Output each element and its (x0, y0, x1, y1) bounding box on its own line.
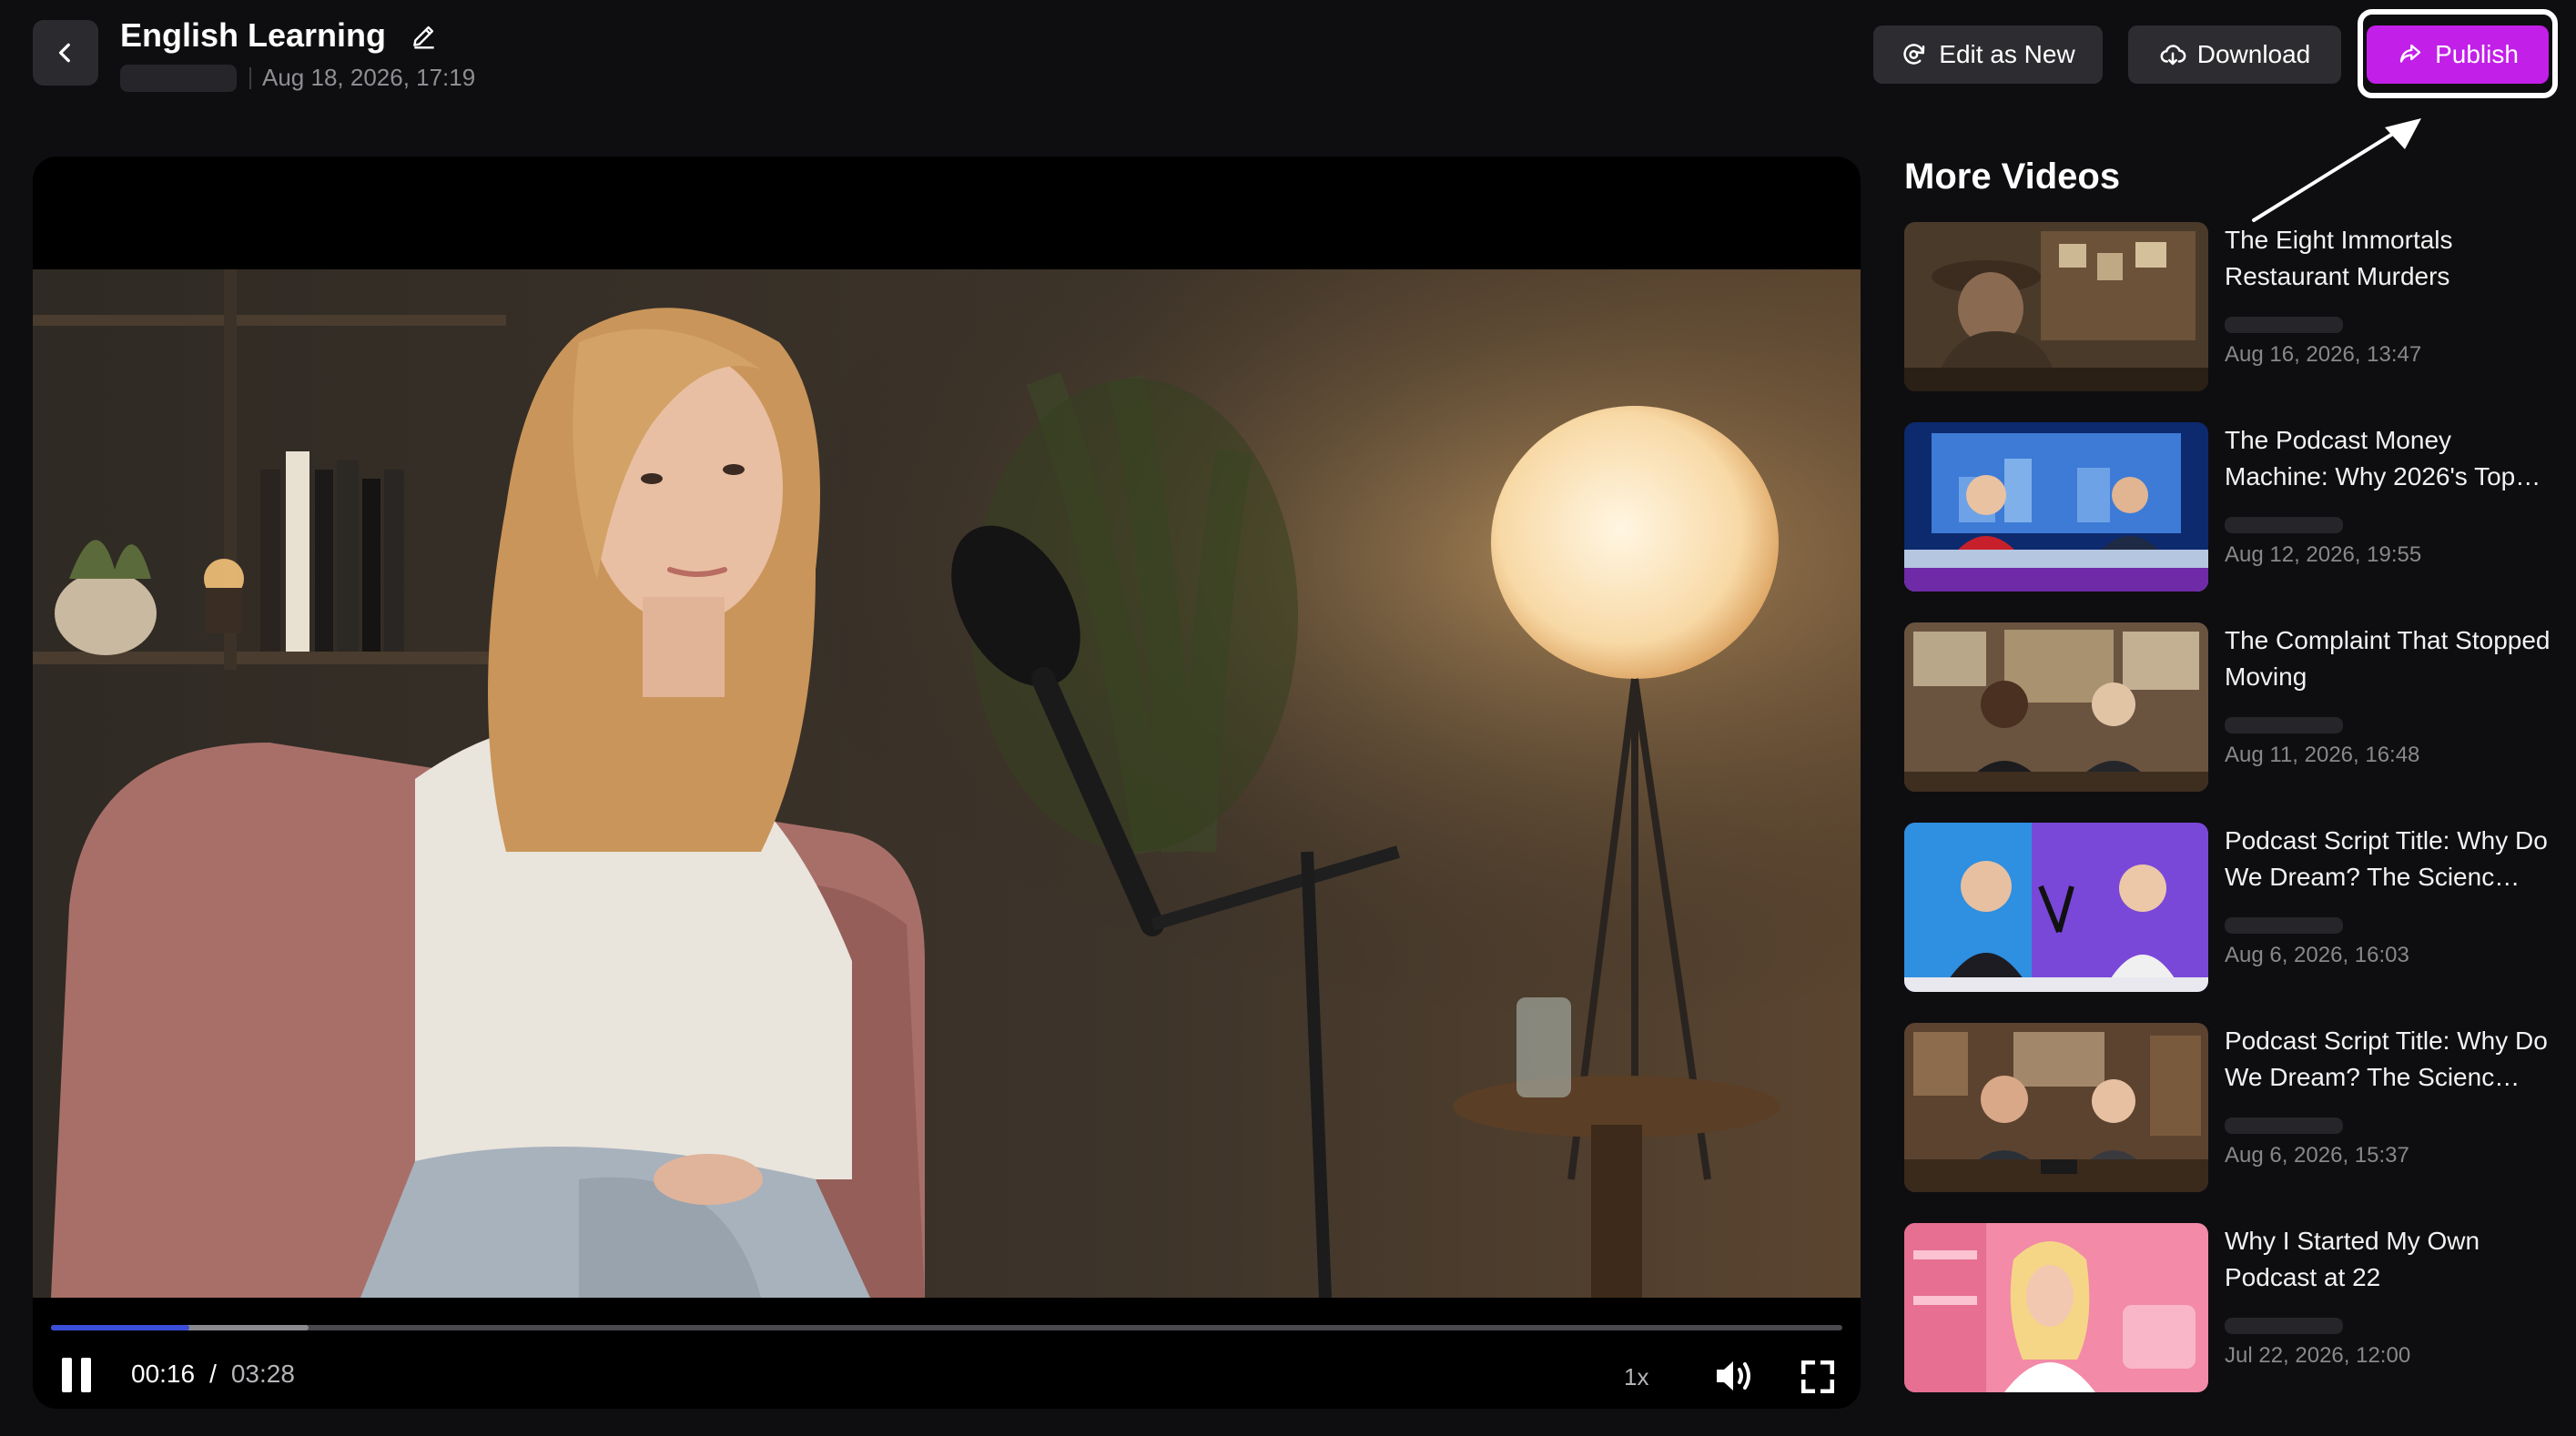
author-placeholder (2225, 517, 2343, 533)
time-separator: / (209, 1360, 217, 1388)
video-thumbnail[interactable] (1904, 622, 2208, 792)
download-label: Download (2196, 40, 2311, 68)
progress-bar[interactable] (51, 1325, 1842, 1330)
video-date: Jul 22, 2026, 12:00 (2225, 1343, 2411, 1368)
progress-played (51, 1325, 189, 1330)
video-player[interactable]: 00:16 / 03:28 1x (33, 157, 1861, 1409)
divider (249, 66, 251, 89)
pause-icon-bar-left (62, 1358, 72, 1392)
thumbnail-news-studio-image (1904, 422, 2208, 592)
download-button[interactable]: Download (2128, 25, 2341, 84)
edit-title-pencil-icon[interactable] (410, 21, 439, 50)
video-thumbnail[interactable] (1904, 1023, 2208, 1192)
video-date: Aug 6, 2026, 16:03 (2225, 943, 2409, 967)
thumbnail-studio-desk-image (1904, 1023, 2208, 1192)
fullscreen-icon[interactable] (1799, 1358, 1837, 1396)
publish-label: Publish (2435, 40, 2519, 68)
current-time: 00:16 (131, 1360, 196, 1388)
more-videos-list: The Eight Immortals Restaurant Murders A… (1904, 222, 2560, 1423)
pause-icon-bar-right (81, 1358, 91, 1392)
video-thumbnail[interactable] (1904, 422, 2208, 592)
author-placeholder (2225, 917, 2343, 934)
video-title[interactable]: The Complaint That Stopped Moving (2225, 622, 2561, 695)
video-card[interactable]: The Eight Immortals Restaurant Murders A… (1904, 222, 2560, 391)
thumbnail-investigation-board-image (1904, 622, 2208, 792)
video-date: Aug 6, 2026, 15:37 (2225, 1143, 2409, 1168)
author-placeholder (2225, 717, 2343, 733)
video-header: English Learning Aug 18, 2026, 17:19 (120, 16, 475, 92)
thumbnail-pink-room-image (1904, 1223, 2208, 1392)
video-title[interactable]: The Eight Immortals Restaurant Murders (2225, 222, 2561, 295)
volume-icon[interactable] (1713, 1356, 1757, 1396)
playback-speed-button[interactable]: 1x (1624, 1363, 1648, 1391)
pause-button[interactable] (58, 1356, 95, 1396)
video-date: Aug 11, 2026, 16:48 (2225, 743, 2420, 767)
video-card[interactable]: The Podcast Money Machine: Why 2026's To… (1904, 422, 2560, 592)
author-placeholder (2225, 317, 2343, 333)
video-title[interactable]: The Podcast Money Machine: Why 2026's To… (2225, 422, 2561, 495)
video-card[interactable]: Podcast Script Title: Why Do We Dream? T… (1904, 1023, 2560, 1192)
thumbnail-neon-podcast-image (1904, 823, 2208, 992)
page-title: English Learning (120, 16, 387, 54)
author-placeholder (120, 64, 237, 92)
video-thumbnail[interactable] (1904, 1223, 2208, 1392)
video-title[interactable]: Why I Started My Own Podcast at 22 (2225, 1223, 2561, 1296)
duration: 03:28 (230, 1360, 295, 1388)
video-thumbnail[interactable] (1904, 823, 2208, 992)
video-date: Aug 18, 2026, 17:19 (262, 64, 476, 91)
video-date: Aug 12, 2026, 19:55 (2225, 542, 2422, 567)
edit-as-new-button[interactable]: Edit as New (1873, 25, 2103, 84)
annotation-arrow (2252, 118, 2421, 222)
video-card[interactable]: Why I Started My Own Podcast at 22 Jul 2… (1904, 1223, 2560, 1392)
video-card[interactable]: The Complaint That Stopped Moving Aug 11… (1904, 622, 2560, 792)
chevron-left-icon (58, 43, 70, 63)
author-placeholder (2225, 1318, 2343, 1334)
cloud-download-icon (2160, 45, 2186, 66)
video-date: Aug 16, 2026, 13:47 (2225, 342, 2422, 367)
author-placeholder (2225, 1117, 2343, 1134)
video-frame[interactable] (33, 269, 1861, 1298)
video-title[interactable]: Podcast Script Title: Why Do We Dream? T… (2225, 823, 2561, 895)
time-display: 00:16 / 03:28 (131, 1360, 295, 1389)
publish-button[interactable]: Publish (2367, 25, 2549, 84)
edit-as-new-icon (1903, 44, 1925, 65)
video-title[interactable]: Podcast Script Title: Why Do We Dream? T… (2225, 1023, 2561, 1096)
edit-as-new-label: Edit as New (1939, 40, 2075, 68)
video-card[interactable]: Podcast Script Title: Why Do We Dream? T… (1904, 823, 2560, 992)
share-icon (2399, 44, 2421, 63)
podcast-scene-image (33, 269, 1861, 1298)
thumbnail-detective-image (1904, 222, 2208, 391)
more-videos-heading: More Videos (1904, 157, 2121, 197)
back-button[interactable] (33, 20, 98, 86)
video-thumbnail[interactable] (1904, 222, 2208, 391)
